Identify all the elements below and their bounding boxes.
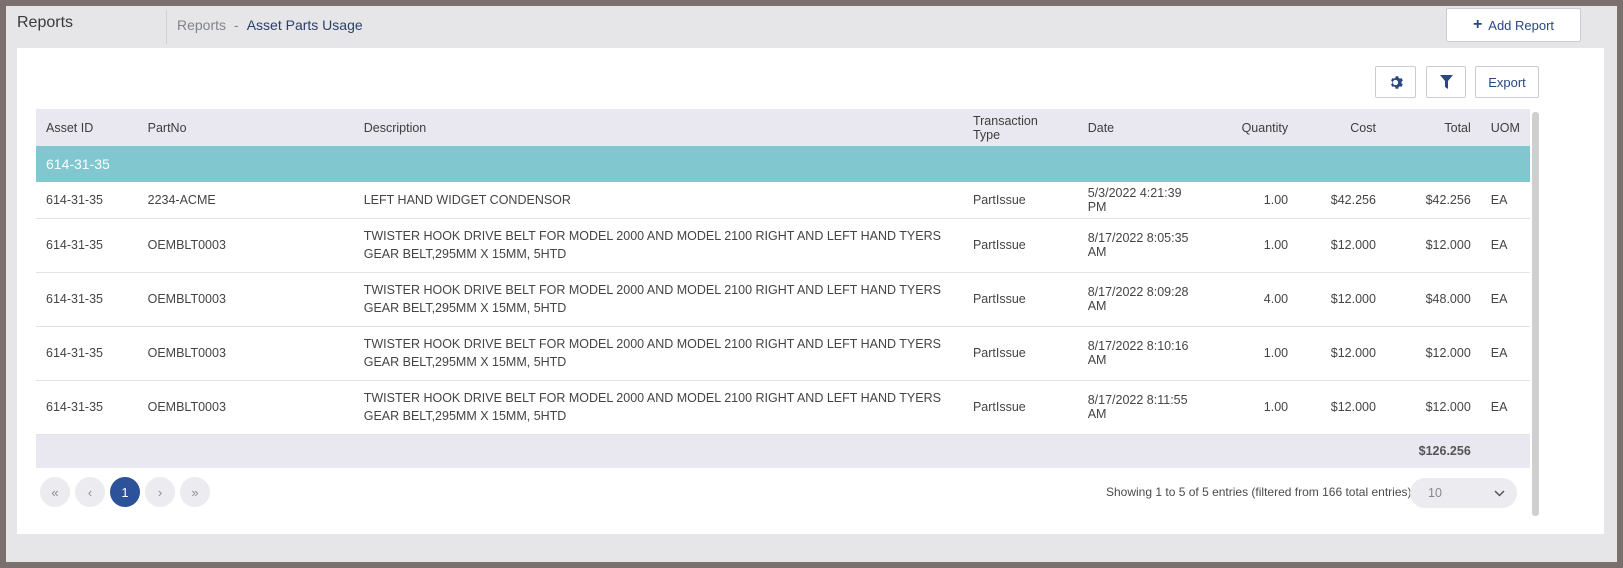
col-transaction-type[interactable]: Transaction Type	[962, 109, 1078, 146]
group-row[interactable]: 614-31-35	[36, 146, 1530, 182]
prev-page-button[interactable]: ‹	[75, 477, 105, 507]
col-cost[interactable]: Cost	[1298, 109, 1386, 146]
export-button[interactable]: Export	[1475, 66, 1539, 98]
col-asset-id[interactable]: Asset ID	[36, 109, 138, 146]
settings-button[interactable]	[1375, 66, 1416, 98]
report-table: Asset ID PartNo Description Transaction …	[36, 109, 1530, 468]
col-part-no[interactable]: PartNo	[137, 109, 354, 146]
cell-description: TWISTER HOOK DRIVE BELT FOR MODEL 2000 A…	[353, 272, 963, 327]
total-row: $126.256	[36, 434, 1530, 468]
cell-quantity: 1.00	[1207, 326, 1299, 381]
cell-cost: $12.000	[1298, 272, 1386, 327]
cell-transaction-type: PartIssue	[962, 272, 1078, 327]
cell-date: 5/3/2022 4:21:39 PM	[1077, 182, 1208, 219]
cell-total: $12.000	[1385, 218, 1481, 273]
cell-asset-id: 614-31-35	[36, 272, 138, 327]
cell-transaction-type: PartIssue	[962, 218, 1078, 273]
cell-total: $48.000	[1385, 272, 1481, 327]
add-report-label: Add Report	[1488, 17, 1555, 33]
cell-asset-id: 614-31-35	[36, 182, 138, 219]
cell-uom: EA	[1480, 182, 1530, 219]
last-page-button[interactable]: »	[180, 477, 210, 507]
pagination: « ‹ 1 › »	[40, 477, 210, 507]
cell-part-no: OEMBLT0003	[137, 272, 354, 327]
cell-cost: $12.000	[1298, 326, 1386, 381]
col-date[interactable]: Date	[1077, 109, 1208, 146]
breadcrumb-current: Asset Parts Usage	[246, 17, 363, 33]
table-header-row: Asset ID PartNo Description Transaction …	[36, 109, 1530, 146]
table-row[interactable]: 614-31-35 OEMBLT0003 TWISTER HOOK DRIVE …	[36, 218, 1530, 273]
cell-cost: $12.000	[1298, 218, 1386, 273]
breadcrumb-root-link[interactable]: Reports	[177, 17, 226, 33]
cell-transaction-type: PartIssue	[962, 326, 1078, 381]
cell-transaction-type: PartIssue	[962, 380, 1078, 435]
plus-icon: +	[1472, 16, 1483, 33]
table-row[interactable]: 614-31-35 OEMBLT0003 TWISTER HOOK DRIVE …	[36, 326, 1530, 381]
table-row[interactable]: 614-31-35 2234-ACME LEFT HAND WIDGET CON…	[36, 182, 1530, 219]
page-size-value: 10	[1428, 486, 1442, 500]
filter-button[interactable]	[1426, 66, 1466, 98]
cell-description: TWISTER HOOK DRIVE BELT FOR MODEL 2000 A…	[353, 380, 963, 435]
vertical-scrollbar[interactable]	[1532, 112, 1539, 516]
cell-total: $12.000	[1385, 380, 1481, 435]
chevron-down-icon	[1494, 489, 1505, 497]
cell-quantity: 1.00	[1207, 182, 1299, 219]
top-bar: Reports Reports - Asset Parts Usage + Ad…	[6, 6, 1617, 48]
filter-icon	[1439, 75, 1453, 89]
cell-date: 8/17/2022 8:09:28 AM	[1077, 272, 1208, 327]
cell-asset-id: 614-31-35	[36, 326, 138, 381]
page-1-button[interactable]: 1	[110, 477, 140, 507]
cell-uom: EA	[1480, 218, 1530, 273]
cell-part-no: OEMBLT0003	[137, 326, 354, 381]
cell-uom: EA	[1480, 272, 1530, 327]
breadcrumb-separator: -	[234, 17, 239, 33]
cell-total: $12.000	[1385, 326, 1481, 381]
table-row[interactable]: 614-31-35 OEMBLT0003 TWISTER HOOK DRIVE …	[36, 272, 1530, 327]
table-row[interactable]: 614-31-35 OEMBLT0003 TWISTER HOOK DRIVE …	[36, 380, 1530, 435]
col-total[interactable]: Total	[1385, 109, 1481, 146]
add-report-button[interactable]: + Add Report	[1446, 8, 1581, 42]
col-quantity[interactable]: Quantity	[1207, 109, 1299, 146]
col-uom[interactable]: UOM	[1480, 109, 1530, 146]
cell-date: 8/17/2022 8:05:35 AM	[1077, 218, 1208, 273]
cell-date: 8/17/2022 8:11:55 AM	[1077, 380, 1208, 435]
cell-quantity: 1.00	[1207, 380, 1299, 435]
cell-description: LEFT HAND WIDGET CONDENSOR	[353, 182, 963, 219]
cell-description: TWISTER HOOK DRIVE BELT FOR MODEL 2000 A…	[353, 326, 963, 381]
cell-cost: $42.256	[1298, 182, 1386, 219]
cell-uom: EA	[1480, 380, 1530, 435]
cell-part-no: OEMBLT0003	[137, 218, 354, 273]
cell-date: 8/17/2022 8:10:16 AM	[1077, 326, 1208, 381]
cell-quantity: 4.00	[1207, 272, 1299, 327]
cell-uom: EA	[1480, 326, 1530, 381]
page-size-select[interactable]: 10	[1410, 478, 1517, 508]
entries-info: Showing 1 to 5 of 5 entries (filtered fr…	[1106, 485, 1412, 499]
cell-total: $42.256	[1385, 182, 1481, 219]
cell-part-no: OEMBLT0003	[137, 380, 354, 435]
breadcrumb: Reports - Asset Parts Usage	[177, 17, 363, 33]
col-description[interactable]: Description	[353, 109, 963, 146]
gear-icon	[1391, 75, 1403, 89]
page-title: Reports	[17, 14, 74, 31]
cell-transaction-type: PartIssue	[962, 182, 1078, 219]
cell-part-no: 2234-ACME	[137, 182, 354, 219]
title-divider	[166, 10, 167, 44]
cell-cost: $12.000	[1298, 380, 1386, 435]
group-label: 614-31-35	[36, 146, 1530, 182]
grand-total: $126.256	[1385, 434, 1481, 468]
next-page-button[interactable]: ›	[145, 477, 175, 507]
report-panel: Export Asset ID PartNo Description Trans…	[17, 48, 1604, 534]
cell-quantity: 1.00	[1207, 218, 1299, 273]
cell-description: TWISTER HOOK DRIVE BELT FOR MODEL 2000 A…	[353, 218, 963, 273]
cell-asset-id: 614-31-35	[36, 218, 138, 273]
app-frame: Reports Reports - Asset Parts Usage + Ad…	[6, 6, 1617, 562]
first-page-button[interactable]: «	[40, 477, 70, 507]
cell-asset-id: 614-31-35	[36, 380, 138, 435]
